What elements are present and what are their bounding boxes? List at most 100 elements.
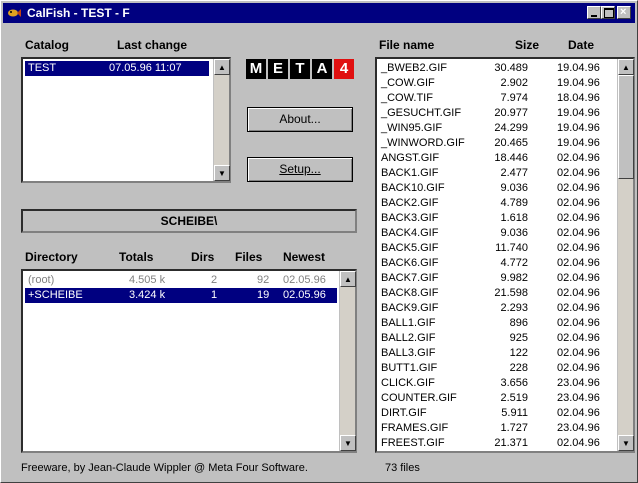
dir-name: +SCHEIBE <box>28 289 83 301</box>
directory-header: Directory <box>25 250 78 264</box>
file-name: ANGST.GIF <box>381 152 440 164</box>
file-date: 02.04.96 <box>557 407 600 419</box>
file-row[interactable]: BALL3.GIF 122 02.04.96 <box>379 346 615 361</box>
file-date: 02.04.96 <box>557 257 600 269</box>
dir-name: (root) <box>28 274 55 286</box>
file-list[interactable]: _BWEB2.GIF 30.489 19.04.96 _COW.GIF 2.902 19.… <box>375 57 635 453</box>
app-window: CalFish - TEST - F × Catalog Last change… <box>0 0 638 483</box>
window-title: CalFish - TEST - F <box>27 6 130 20</box>
file-row[interactable]: BACK9.GIF 2.293 02.04.96 <box>379 301 615 316</box>
file-size: 30.489 <box>494 62 528 74</box>
file-name: FRAMES.GIF <box>381 422 449 434</box>
file-name: BACK4.GIF <box>381 227 439 239</box>
file-size: 3.656 <box>500 377 528 389</box>
file-row[interactable]: BACK8.GIF 21.598 02.04.96 <box>379 286 615 301</box>
file-date: 02.04.96 <box>557 227 600 239</box>
file-size: 20.977 <box>494 107 528 119</box>
file-row[interactable]: BUTT1.GIF 228 02.04.96 <box>379 361 615 376</box>
dirs-header: Dirs <box>191 250 215 264</box>
logo-letter: 4 <box>334 59 354 79</box>
file-row[interactable]: BACK7.GIF 9.982 02.04.96 <box>379 271 615 286</box>
date-header: Date <box>568 38 595 52</box>
file-date: 19.04.96 <box>557 77 600 89</box>
dir-totals: 3.424 k <box>129 289 166 301</box>
close-button[interactable]: × <box>617 6 631 19</box>
last-change-header: Last change <box>117 38 188 52</box>
file-name: BACK7.GIF <box>381 272 439 284</box>
file-size: 2.519 <box>500 392 528 404</box>
about-button[interactable]: About... <box>247 107 353 132</box>
directory-row[interactable]: +SCHEIBE 3.424 k 1 19 02.05.96 <box>25 288 337 303</box>
file-row[interactable]: DIRT.GIF 5.911 02.04.96 <box>379 406 615 421</box>
file-row[interactable]: _GESUCHT.GIF 20.977 19.04.96 <box>379 106 615 121</box>
status-credit: Freeware, by Jean-Claude Wippler @ Meta … <box>21 462 308 474</box>
file-date: 02.04.96 <box>557 212 600 224</box>
file-date: 23.04.96 <box>557 422 600 434</box>
file-row[interactable]: ANGST.GIF 18.446 02.04.96 <box>379 151 615 166</box>
file-size: 2.477 <box>500 167 528 179</box>
current-path: SCHEIBE\ <box>21 209 357 233</box>
file-row[interactable]: BACK5.GIF 11.740 02.04.96 <box>379 241 615 256</box>
close-icon: × <box>620 6 627 18</box>
dir-newest: 02.05.96 <box>283 289 326 301</box>
file-row[interactable]: BALL1.GIF 896 02.04.96 <box>379 316 615 331</box>
file-row[interactable]: BACK2.GIF 4.789 02.04.96 <box>379 196 615 211</box>
file-row[interactable]: BACK1.GIF 2.477 02.04.96 <box>379 166 615 181</box>
scroll-up-button[interactable]: ▲ <box>340 271 356 287</box>
scroll-up-icon: ▲ <box>344 275 352 284</box>
maximize-button[interactable] <box>601 6 615 19</box>
catalog-scrollbar[interactable]: ▲ ▼ <box>213 59 230 181</box>
file-row[interactable]: COUNTER.GIF 2.519 23.04.96 <box>379 391 615 406</box>
scroll-down-button[interactable]: ▼ <box>214 165 230 181</box>
directory-list[interactable]: (root) 4.505 k 2 92 02.05.96 +SCHEIBE 3.… <box>21 269 357 453</box>
catalog-item[interactable]: TEST 07.05.96 11:07 <box>25 61 209 76</box>
file-date: 02.04.96 <box>557 437 600 449</box>
file-row[interactable]: FRAMES.GIF 1.727 23.04.96 <box>379 421 615 436</box>
file-date: 02.04.96 <box>557 197 600 209</box>
file-size: 7.974 <box>500 92 528 104</box>
directory-scrollbar[interactable]: ▲ ▼ <box>339 271 356 451</box>
scroll-thumb[interactable] <box>618 75 634 179</box>
file-row[interactable]: _BWEB2.GIF 30.489 19.04.96 <box>379 61 615 76</box>
file-date: 02.04.96 <box>557 287 600 299</box>
file-row[interactable]: _COW.GIF 2.902 19.04.96 <box>379 76 615 91</box>
file-name: BALL2.GIF <box>381 332 436 344</box>
file-row[interactable]: FREEST.GIF 21.371 02.04.96 <box>379 436 615 451</box>
file-size: 925 <box>509 332 528 344</box>
dir-totals: 4.505 k <box>129 274 166 286</box>
scroll-down-button[interactable]: ▼ <box>618 435 634 451</box>
logo-letter: M <box>246 59 266 79</box>
file-row[interactable]: BACK10.GIF 9.036 02.04.96 <box>379 181 615 196</box>
file-scrollbar[interactable]: ▲ ▼ <box>617 59 634 451</box>
file-size: 228 <box>509 362 528 374</box>
title-bar[interactable]: CalFish - TEST - F × <box>3 3 635 23</box>
file-size: 18.446 <box>494 152 528 164</box>
file-name: BALL3.GIF <box>381 347 436 359</box>
file-row[interactable]: BACK3.GIF 1.618 02.04.96 <box>379 211 615 226</box>
file-row[interactable]: _WIN95.GIF 24.299 19.04.96 <box>379 121 615 136</box>
scroll-up-button[interactable]: ▲ <box>618 59 634 75</box>
file-row[interactable]: BALL2.GIF 925 02.04.96 <box>379 331 615 346</box>
file-date: 19.04.96 <box>557 122 600 134</box>
scroll-down-button[interactable]: ▼ <box>340 435 356 451</box>
file-size: 21.598 <box>494 287 528 299</box>
dir-dirs: 1 <box>211 289 218 301</box>
setup-button[interactable]: Setup... <box>247 157 353 182</box>
file-row[interactable]: CLICK.GIF 3.656 23.04.96 <box>379 376 615 391</box>
directory-row[interactable]: (root) 4.505 k 2 92 02.05.96 <box>25 273 337 288</box>
scroll-up-button[interactable]: ▲ <box>214 59 230 75</box>
file-date: 02.04.96 <box>557 317 600 329</box>
dir-newest: 02.05.96 <box>283 274 326 286</box>
file-row[interactable]: BACK6.GIF 4.772 02.04.96 <box>379 256 615 271</box>
file-name: BACK8.GIF <box>381 287 439 299</box>
file-row[interactable]: BACK4.GIF 9.036 02.04.96 <box>379 226 615 241</box>
catalog-list[interactable]: TEST 07.05.96 11:07 ▲ ▼ <box>21 57 231 183</box>
minimize-button[interactable] <box>587 6 601 19</box>
file-name: BACK2.GIF <box>381 197 439 209</box>
file-row[interactable]: _WINWORD.GIF 20.465 19.04.96 <box>379 136 615 151</box>
file-date: 02.04.96 <box>557 332 600 344</box>
file-date: 02.04.96 <box>557 347 600 359</box>
file-row[interactable]: _COW.TIF 7.974 18.04.96 <box>379 91 615 106</box>
file-date: 02.04.96 <box>557 302 600 314</box>
file-date: 02.04.96 <box>557 167 600 179</box>
